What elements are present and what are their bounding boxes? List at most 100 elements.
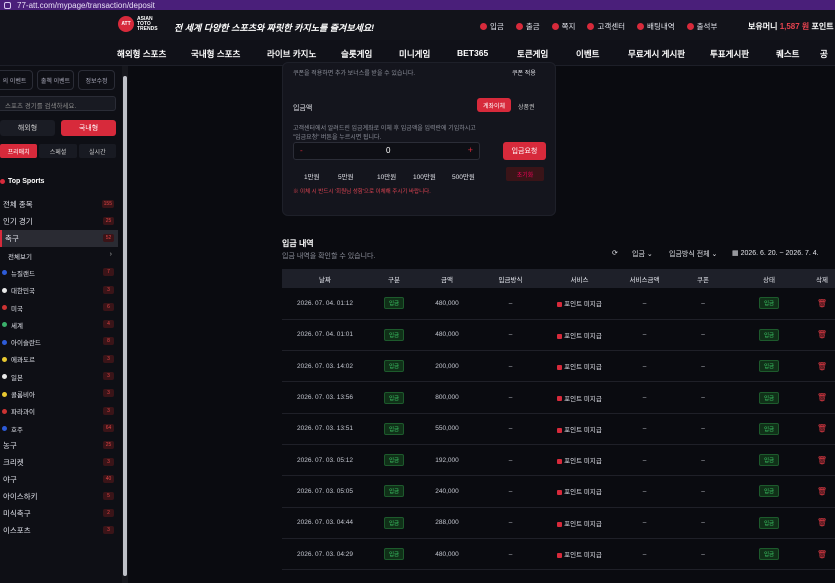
nav-free-board[interactable]: 무료게시 게시판 [628, 48, 685, 60]
scrollbar-thumb[interactable] [123, 76, 127, 576]
sidebar-sport-item[interactable]: 세계 4 [0, 316, 118, 333]
sidebar-tab-profile[interactable]: 정보수정 [78, 70, 115, 90]
nav-event[interactable]: 이벤트 [576, 48, 599, 60]
trash-icon[interactable]: 🗑 [817, 393, 827, 402]
nav-domestic-sports[interactable]: 국내형 스포츠 [191, 48, 240, 60]
support-icon [587, 23, 595, 30]
quick-100k[interactable]: 10만원 [377, 171, 396, 181]
tab-live[interactable]: 실시간 [78, 144, 116, 158]
site-logo[interactable]: ATT ASIAN TOTO TRENDS [118, 16, 161, 32]
nav-slot[interactable]: 슬롯게임 [341, 48, 372, 60]
reset-button[interactable]: 초기화 [506, 167, 544, 181]
sidebar-sport-item[interactable]: 파라과이 3 [0, 403, 118, 420]
browser-url-bar[interactable]: 77-att.com/mypage/transaction/deposit [0, 0, 835, 10]
nav-token-game[interactable]: 토큰게임 [517, 48, 548, 60]
quick-50k[interactable]: 5만원 [338, 171, 354, 181]
cell-method: – [474, 351, 547, 382]
date-range-picker[interactable]: ▦ 2026. 6. 20. ~ 2026. 7. 4. [732, 249, 819, 257]
sidebar-sport-item[interactable]: 인기 경기 25 [0, 213, 118, 230]
amount-plus-button[interactable]: + [468, 145, 473, 155]
toggle-domestic[interactable]: 국내형 [61, 120, 116, 136]
filter-method-select[interactable]: 입금방식 전체 ⌄ [669, 249, 717, 259]
nav-more[interactable]: 공 [820, 48, 828, 60]
table-row: 2026. 07. 03. 04:44 입금 288,000 – 포인트 미지급 – – 입금… [282, 507, 835, 539]
cell-service-amount-text: – [642, 550, 647, 558]
cell-coupon: – [677, 319, 729, 350]
date-range-value: 2026. 6. 20. ~ 2026. 7. 4. [740, 250, 819, 257]
col-type: 구분 [388, 276, 400, 284]
amount-minus-button[interactable]: - [300, 146, 303, 155]
sidebar-sport-item[interactable]: 뉴질랜드 7 [0, 264, 118, 281]
message-icon [551, 23, 559, 30]
coupon-apply-label[interactable]: 쿠폰 적용 [512, 68, 536, 77]
top-sports-title: Top Sports [0, 178, 44, 185]
top-menu-deposit[interactable]: 입금 [480, 21, 504, 32]
sidebar-tab-event[interactable]: 의 이벤트 [0, 70, 33, 90]
sidebar-sport-item[interactable]: 아이슬란드 8 [0, 333, 118, 350]
sidebar-sport-item[interactable]: 콜롬비아 3 [0, 385, 118, 402]
sidebar-sport-item[interactable]: 일본 3 [0, 368, 118, 385]
deposit-request-button[interactable]: 입금요청 [503, 142, 546, 160]
toggle-overseas[interactable]: 해외형 [0, 120, 55, 136]
sidebar-sport-item[interactable]: 에콰도르 3 [0, 351, 118, 368]
top-menu-message[interactable]: 쪽지 [551, 21, 575, 32]
tab-prematch[interactable]: 프리매치 [0, 144, 38, 158]
sidebar-sport-item[interactable]: 크리켓 3 [0, 454, 118, 471]
nav-minigame[interactable]: 미니게임 [399, 48, 430, 60]
amount-value[interactable]: 0 [386, 146, 390, 155]
sidebar-scrollbar[interactable] [122, 66, 128, 583]
top-sports-label: Top Sports [8, 178, 45, 185]
trash-icon[interactable]: 🗑 [817, 362, 827, 371]
site-info-icon[interactable] [4, 1, 11, 9]
tab-special[interactable]: 스페셜 [39, 144, 77, 158]
cell-amount: 800,000 [420, 382, 474, 413]
amount-field[interactable]: - 0 + [293, 142, 480, 160]
trash-icon[interactable]: 🗑 [817, 550, 827, 559]
quick-1m[interactable]: 100만원 [413, 171, 436, 181]
sidebar-sport-item[interactable]: 미식축구 2 [0, 505, 118, 522]
sidebar-sport-item[interactable]: 호주 64 [0, 420, 118, 437]
sidebar-sport-item[interactable]: 축구 52 [0, 230, 118, 247]
trash-icon[interactable]: 🗑 [817, 299, 827, 308]
quick-10k[interactable]: 1만원 [304, 171, 320, 181]
logo-mark: ATT [118, 16, 134, 32]
cell-date: 2026. 07. 03. 05:12 [282, 444, 368, 475]
url-text[interactable]: 77-att.com/mypage/transaction/deposit [17, 1, 155, 10]
nav-bet365[interactable]: BET365 [457, 48, 488, 58]
sidebar-sport-item[interactable]: 아이스하키 5 [0, 488, 118, 505]
top-menu-support[interactable]: 고객센터 [587, 21, 625, 32]
sidebar-tab-attendance-event[interactable]: 출첵 이벤트 [37, 70, 74, 90]
quick-5m[interactable]: 500만원 [452, 171, 475, 181]
tab-bank-transfer[interactable]: 계좌이체 [477, 98, 511, 112]
cell-coupon: – [677, 538, 729, 569]
sports-search-input[interactable]: 스포츠 경기를 검색하세요. [0, 96, 116, 111]
cell-method: – [474, 319, 547, 350]
cell-service-amount-text: – [642, 456, 647, 464]
sidebar-sport-item[interactable]: 전체보기 › [0, 247, 118, 264]
refresh-icon[interactable]: ⟳ [612, 249, 618, 257]
top-menu-bet-history[interactable]: 배팅내역 [637, 21, 675, 32]
balance-label: 보유머니 [748, 22, 778, 31]
nav-overseas-sports[interactable]: 해외형 스포츠 [117, 48, 166, 60]
trash-icon[interactable]: 🗑 [817, 487, 827, 496]
cell-method-text: – [508, 487, 513, 495]
sidebar-sport-item[interactable]: 야구 40 [0, 471, 118, 488]
sidebar-sport-item[interactable]: 농구 25 [0, 437, 118, 454]
sidebar-sport-item[interactable]: 전체 종목 155 [0, 196, 118, 213]
sport-count-badge: 2 [103, 509, 114, 518]
points-label[interactable]: 포인트 [812, 22, 834, 31]
top-menu-withdraw[interactable]: 출금 [515, 21, 540, 32]
trash-icon[interactable]: 🗑 [817, 456, 827, 465]
trash-icon[interactable]: 🗑 [817, 518, 827, 527]
sidebar-sport-item[interactable]: 이스포츠 3 [0, 522, 118, 539]
nav-vote-board[interactable]: 투표게시판 [710, 48, 749, 60]
nav-live-casino[interactable]: 라이브 카지노 [267, 48, 316, 60]
trash-icon[interactable]: 🗑 [817, 330, 827, 339]
trash-icon[interactable]: 🗑 [817, 424, 827, 433]
filter-type-select[interactable]: 입금 ⌄ [632, 249, 653, 259]
tab-gift-card[interactable]: 상품권 [518, 102, 535, 111]
sidebar-sport-item[interactable]: 대한민국 3 [0, 282, 118, 299]
sidebar-sport-item[interactable]: 미국 6 [0, 299, 118, 316]
nav-quest[interactable]: 퀘스트 [776, 48, 799, 60]
top-menu-attendance[interactable]: 출석부 [686, 21, 717, 32]
